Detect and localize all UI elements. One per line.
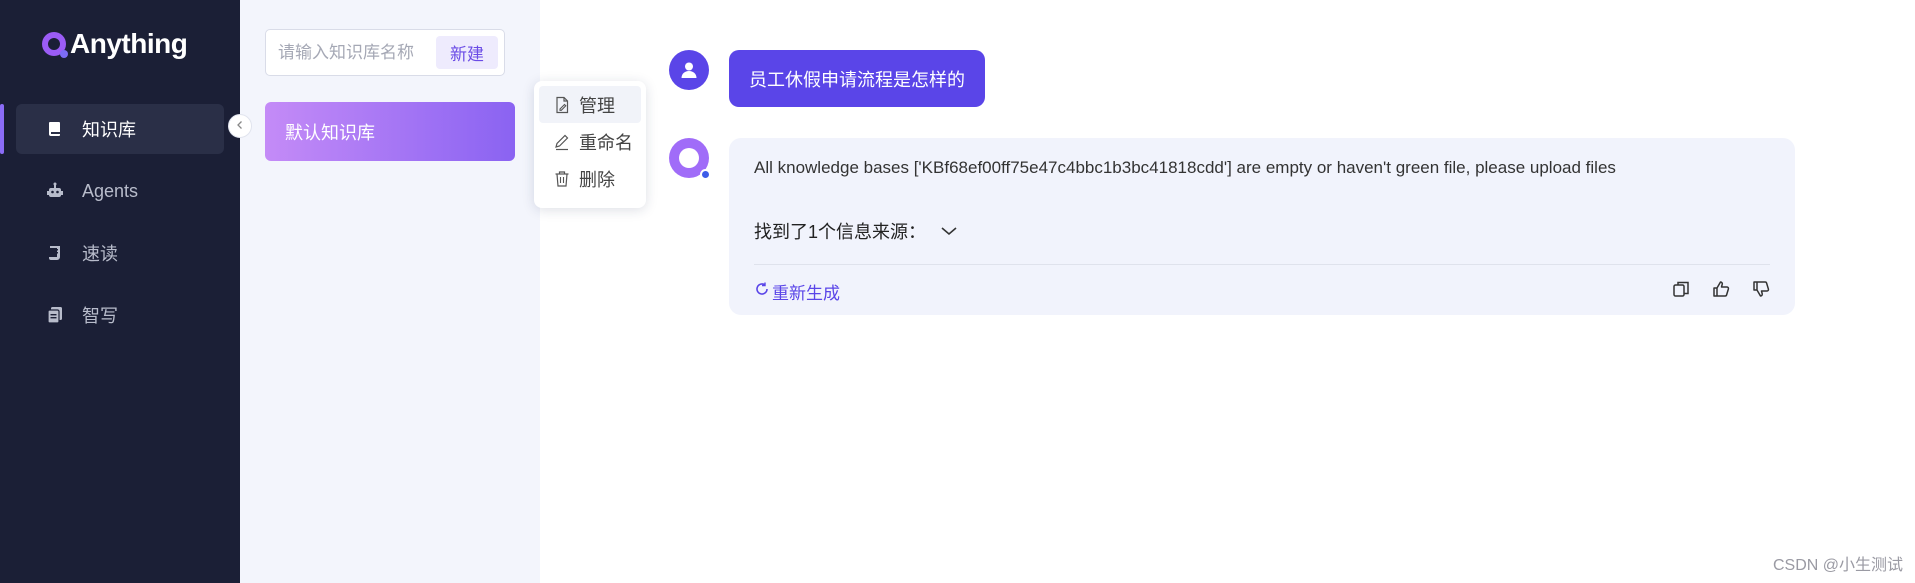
chevron-left-icon — [235, 117, 245, 135]
logo-icon — [42, 32, 68, 58]
bot-status-dot — [700, 169, 711, 180]
sidebar-item-label: 速读 — [82, 244, 118, 264]
scroll-icon — [46, 244, 64, 262]
collapse-sidebar-button[interactable] — [228, 114, 252, 138]
watermark: CSDN @小生测试 — [1772, 557, 1903, 574]
menu-item-label: 删除 — [579, 169, 615, 190]
sidebar-item-label: 知识库 — [82, 120, 136, 140]
knowledge-base-panel: 新建 默认知识库 — [240, 0, 540, 583]
sidebar-nav: 知识库 Agents 速读 智写 — [0, 104, 224, 352]
trash-icon — [553, 170, 571, 188]
chevron-down-icon — [940, 221, 958, 242]
menu-item-rename[interactable]: 重命名 — [539, 123, 641, 160]
sources-toggle[interactable]: 找到了1个信息来源： — [754, 218, 958, 244]
divider — [754, 264, 1770, 265]
sidebar: Anything 知识库 Agents 速读 智写 — [0, 0, 240, 583]
kb-context-menu: 管理 重命名 删除 — [534, 81, 646, 208]
kb-list-item[interactable]: 默认知识库 — [265, 102, 515, 161]
bot-avatar — [669, 138, 711, 180]
kb-search-box: 新建 — [265, 29, 505, 76]
user-icon — [681, 62, 697, 78]
bot-message-card: All knowledge bases ['KBf68ef00ff75e47c4… — [729, 138, 1795, 315]
documents-icon — [46, 306, 64, 324]
menu-item-manage[interactable]: 管理 — [539, 86, 641, 123]
robot-icon — [46, 182, 64, 200]
sidebar-item-knowledge-base[interactable]: 知识库 — [0, 104, 224, 154]
bot-message-text: All knowledge bases ['KBf68ef00ff75e47c4… — [754, 158, 1616, 177]
regenerate-button[interactable]: 重新生成 — [754, 279, 840, 304]
app-root: Anything 知识库 Agents 速读 智写 请输入知识库名称 新建 默认… — [0, 0, 1915, 583]
menu-item-label: 管理 — [579, 95, 615, 116]
menu-item-delete[interactable]: 删除 — [539, 160, 641, 197]
logo[interactable]: Anything — [42, 28, 188, 60]
edit-icon — [553, 133, 571, 151]
manage-icon — [553, 96, 571, 114]
sidebar-item-label: Agents — [82, 180, 139, 201]
app-title: Anything — [70, 28, 188, 59]
sources-label: 找到了1个信息来源： — [754, 222, 927, 242]
thumbs-down-icon[interactable] — [1751, 279, 1771, 299]
kb-name-input[interactable] — [278, 42, 436, 63]
sidebar-item-speed-read[interactable]: 速读 — [16, 228, 224, 278]
sidebar-item-label: 智写 — [82, 306, 118, 326]
user-message-bubble: 员工休假申请流程是怎样的 — [729, 50, 985, 107]
menu-item-label: 重命名 — [579, 132, 633, 153]
user-message-text: 员工休假申请流程是怎样的 — [749, 69, 965, 90]
regenerate-label: 重新生成 — [772, 284, 840, 303]
user-avatar — [669, 50, 709, 90]
new-kb-button[interactable]: 新建 — [436, 36, 498, 69]
refresh-icon — [754, 281, 770, 302]
book-icon — [46, 120, 64, 138]
sidebar-item-smart-write[interactable]: 智写 — [16, 290, 224, 340]
message-actions — [1671, 279, 1771, 299]
kb-item-label: 默认知识库 — [285, 122, 375, 143]
bot-logo-icon — [679, 148, 699, 168]
sidebar-item-agents[interactable]: Agents — [16, 166, 224, 216]
copy-icon[interactable] — [1671, 279, 1691, 299]
thumbs-up-icon[interactable] — [1711, 279, 1731, 299]
